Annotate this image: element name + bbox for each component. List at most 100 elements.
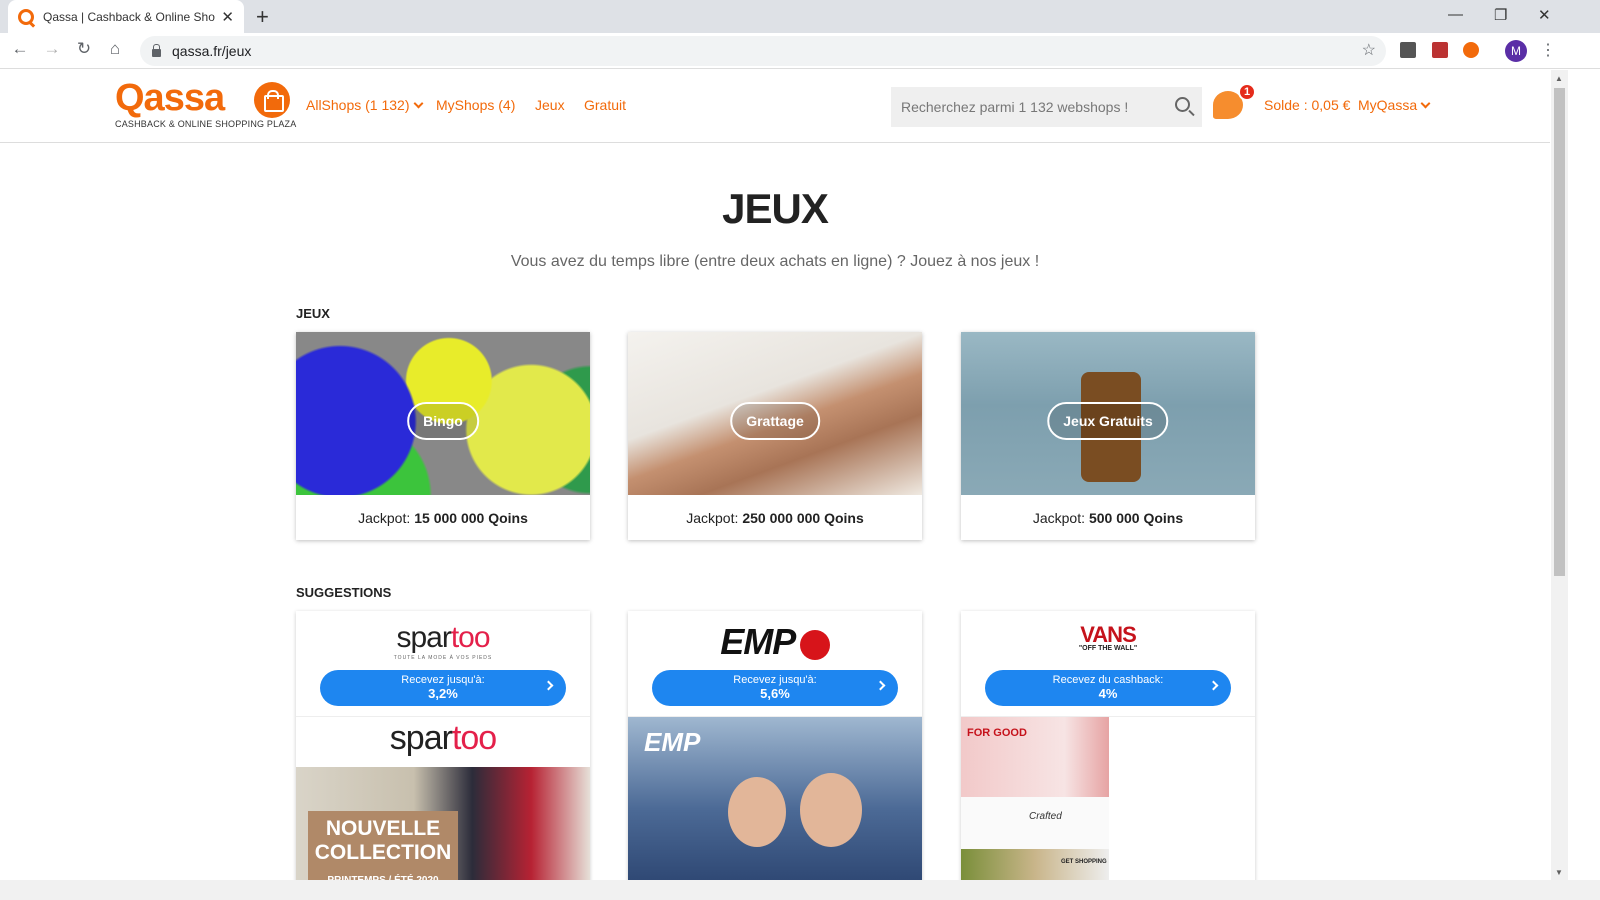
nav-allshops[interactable]: AllShops (1 132) bbox=[306, 97, 423, 113]
cashback-value: 5,6% bbox=[760, 686, 790, 701]
suggestion-card-spartoo[interactable]: spartoo TOUTE LA MODE À VOS PIEDS Receve… bbox=[296, 611, 590, 900]
cashback-label: Recevez jusqu'à: bbox=[401, 674, 485, 686]
chevron-down-icon bbox=[413, 98, 423, 109]
restore-icon[interactable]: ❐ bbox=[1494, 6, 1507, 24]
suggestion-header: VANS "OFF THE WALL" Recevez du cashback:… bbox=[961, 611, 1255, 717]
logo-tagline: CASHBACK & ONLINE SHOPPING PLAZA bbox=[115, 119, 297, 129]
jackpot-row: Jackpot: 250 000 000 Qoins bbox=[628, 495, 922, 540]
rock-hand-icon bbox=[799, 629, 830, 660]
back-icon[interactable]: ← bbox=[8, 39, 32, 59]
browser-toolbar: ← → ↻ ⌂ qassa.fr/jeux ☆ M ⋮ bbox=[0, 33, 1600, 69]
myqassa-label: MyQassa bbox=[1358, 97, 1418, 113]
extension-s-icon[interactable] bbox=[1400, 42, 1416, 58]
jackpot-value: 500 000 Qoins bbox=[1088, 509, 1184, 526]
reload-icon[interactable]: ↻ bbox=[72, 39, 96, 59]
cashback-value: 3,2% bbox=[428, 686, 458, 701]
home-icon[interactable]: ⌂ bbox=[103, 39, 127, 59]
suggestions-section-title: SUGGESTIONS bbox=[296, 585, 392, 600]
close-tab-icon[interactable]: ✕ bbox=[221, 8, 234, 26]
brand-part-accent: too bbox=[451, 719, 497, 757]
site-header: Qassa CASHBACK & ONLINE SHOPPING PLAZA A… bbox=[0, 70, 1550, 143]
emp-promo-image: EMP bbox=[628, 717, 922, 900]
notifications-button[interactable]: 1 bbox=[1213, 83, 1256, 121]
game-card-bingo[interactable]: Bingo Jackpot: 15 000 000 Qoins bbox=[296, 332, 590, 540]
search-box bbox=[891, 87, 1202, 127]
games-section-title: JEUX bbox=[296, 306, 330, 321]
search-input[interactable] bbox=[901, 99, 1161, 115]
brand-tagline: "OFF THE WALL" bbox=[1078, 645, 1138, 652]
horizontal-scrollbar[interactable] bbox=[0, 880, 1600, 900]
page-title: JEUX bbox=[722, 185, 829, 232]
grattage-button[interactable]: Grattage bbox=[730, 402, 820, 440]
jackpot-label: Jackpot: bbox=[1032, 509, 1085, 526]
browser-tab-strip: Qassa | Cashback & Online Shopping Plaza… bbox=[0, 0, 1600, 33]
spartoo-banner-logo: spartoo bbox=[296, 717, 590, 767]
jeux-gratuits-button[interactable]: Jeux Gratuits bbox=[1047, 402, 1169, 440]
jackpot-value: 250 000 000 Qoins bbox=[742, 509, 864, 526]
url-text: qassa.fr/jeux bbox=[172, 43, 252, 59]
brand-tagline: TOUTE LA MODE À VOS PIEDS bbox=[393, 655, 493, 661]
address-bar[interactable]: qassa.fr/jeux ☆ bbox=[140, 36, 1386, 66]
cashback-button[interactable]: Recevez jusqu'à: 3,2% bbox=[320, 670, 566, 706]
shopping-bag-icon bbox=[254, 82, 290, 118]
jackpot-row: Jackpot: 15 000 000 Qoins bbox=[296, 495, 590, 540]
vans-logo[interactable]: VANS "OFF THE WALL" bbox=[961, 622, 1255, 653]
scroll-down-icon[interactable]: ▼ bbox=[1555, 868, 1563, 877]
balance-link[interactable]: Solde : 0,05 € bbox=[1264, 97, 1350, 113]
emp-logo[interactable]: EMP bbox=[628, 621, 922, 665]
bookmark-star-icon[interactable]: ☆ bbox=[1362, 40, 1376, 60]
profile-avatar[interactable]: M bbox=[1505, 40, 1527, 62]
jackpot-label: Jackpot: bbox=[686, 509, 739, 526]
suggestion-header: spartoo TOUTE LA MODE À VOS PIEDS Receve… bbox=[296, 611, 590, 717]
game-card-grattage[interactable]: Grattage Jackpot: 250 000 000 Qoins bbox=[628, 332, 922, 540]
game-card-jeux-gratuits[interactable]: Jeux Gratuits Jackpot: 500 000 Qoins bbox=[961, 332, 1255, 540]
cashback-value: 4% bbox=[1098, 686, 1118, 701]
face-right bbox=[800, 773, 862, 847]
cashback-button[interactable]: Recevez jusqu'à: 5,6% bbox=[652, 670, 898, 706]
jeux-gratuits-image: Jeux Gratuits bbox=[961, 332, 1255, 495]
myqassa-menu[interactable]: MyQassa bbox=[1358, 97, 1431, 113]
browser-tab[interactable]: Qassa | Cashback & Online Shopping Plaza… bbox=[8, 0, 244, 33]
nav-jeux[interactable]: Jeux bbox=[535, 97, 565, 113]
brand-name: VANS bbox=[1080, 622, 1137, 647]
cashback-button[interactable]: Recevez du cashback: 4% bbox=[985, 670, 1231, 706]
extension-qassa-icon[interactable] bbox=[1463, 42, 1479, 58]
nav-allshops-label: AllShops (1 132) bbox=[306, 97, 410, 113]
brand-name: EMP bbox=[720, 621, 796, 662]
jackpot-row: Jackpot: 500 000 Qoins bbox=[961, 495, 1255, 540]
spartoo-promo-image: spartoo NOUVELLE COLLECTION PRINTEMPS / … bbox=[296, 717, 590, 900]
notification-badge: 1 bbox=[1238, 83, 1256, 101]
search-icon[interactable] bbox=[1175, 97, 1190, 112]
spartoo-logo[interactable]: spartoo TOUTE LA MODE À VOS PIEDS bbox=[296, 621, 590, 661]
promo-shop-label: GET SHOPPING bbox=[1061, 859, 1107, 865]
scroll-up-icon[interactable]: ▲ bbox=[1555, 74, 1563, 83]
page-subtitle: Vous avez du temps libre (entre deux ach… bbox=[510, 253, 1040, 270]
brand-part: spar bbox=[396, 621, 451, 654]
jackpot-value: 15 000 000 Qoins bbox=[414, 509, 528, 526]
promo-title: FOR GOOD bbox=[967, 727, 1027, 739]
minimize-icon[interactable]: — bbox=[1448, 6, 1463, 23]
window-close-icon[interactable]: ✕ bbox=[1538, 6, 1551, 24]
scroll-thumb[interactable] bbox=[1554, 88, 1565, 576]
vans-promo-image: FOR GOOD Crafted GET SHOPPING bbox=[961, 717, 1255, 900]
brand-part-accent: too bbox=[450, 621, 491, 654]
browser-menu-icon[interactable]: ⋮ bbox=[1540, 40, 1556, 60]
nav-gratuit[interactable]: Gratuit bbox=[584, 97, 626, 113]
brand-part: spar bbox=[389, 719, 453, 757]
lock-icon bbox=[152, 44, 161, 57]
chevron-down-icon bbox=[1420, 98, 1431, 109]
vertical-scrollbar[interactable]: ▲ ▼ bbox=[1551, 70, 1568, 882]
cashback-label: Recevez du cashback: bbox=[1052, 674, 1164, 686]
nav-myshops[interactable]: MyShops (4) bbox=[436, 97, 515, 113]
promo-title: NOUVELLE COLLECTION bbox=[314, 817, 452, 864]
suggestion-card-emp[interactable]: EMP Recevez jusqu'à: 5,6% EMP bbox=[628, 611, 922, 900]
extension-pdf-icon[interactable] bbox=[1432, 42, 1448, 58]
couple-photo: EMP bbox=[628, 717, 922, 900]
promo-script: Crafted bbox=[1029, 811, 1062, 822]
new-tab-icon[interactable]: + bbox=[256, 4, 269, 30]
suggestion-card-vans[interactable]: VANS "OFF THE WALL" Recevez du cashback:… bbox=[961, 611, 1255, 900]
bingo-button[interactable]: Bingo bbox=[407, 402, 479, 440]
qassa-logo[interactable]: Qassa CASHBACK & ONLINE SHOPPING PLAZA bbox=[115, 78, 296, 129]
emp-photo-logo: EMP bbox=[644, 727, 701, 757]
forward-icon[interactable]: → bbox=[40, 39, 64, 59]
